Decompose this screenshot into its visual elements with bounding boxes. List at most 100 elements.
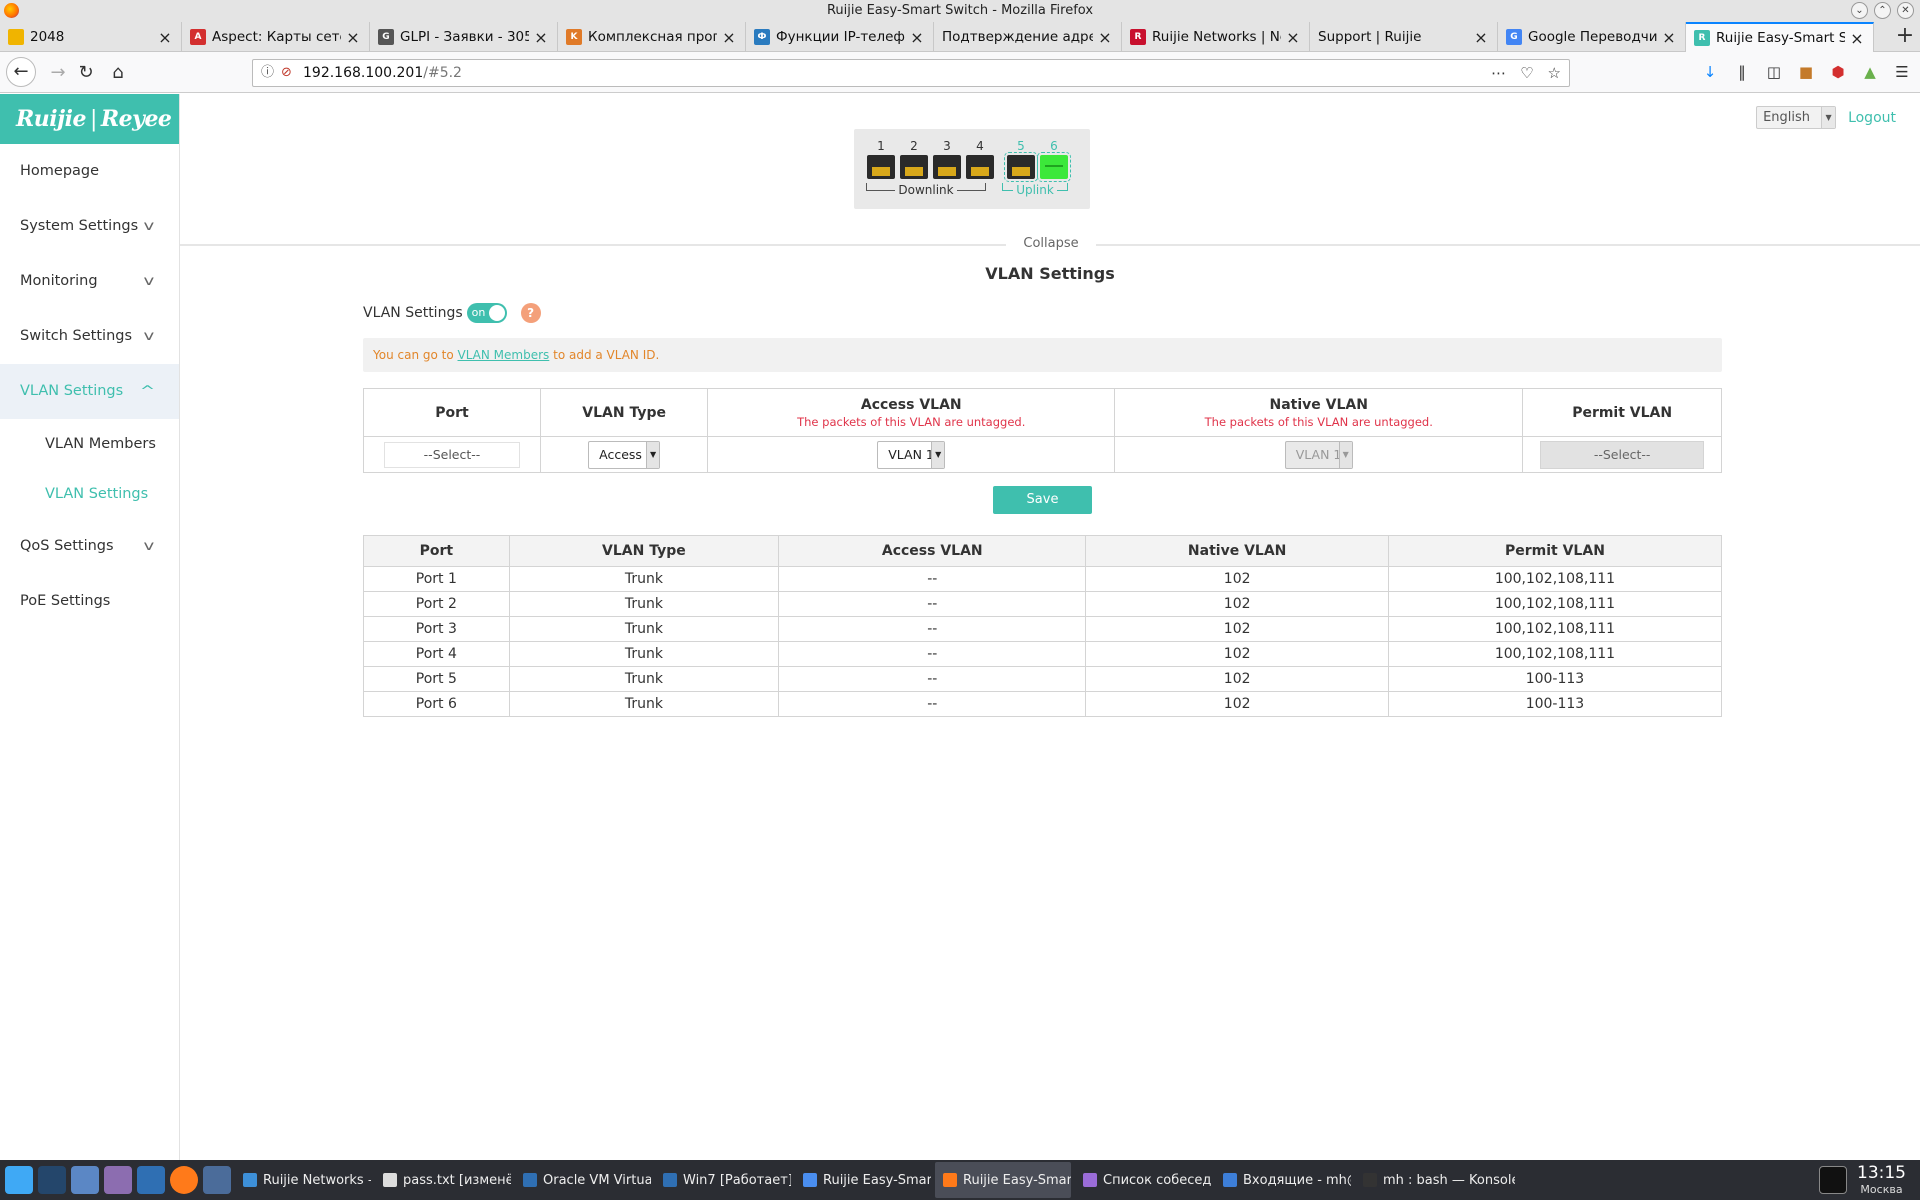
tab-close-icon[interactable]: × xyxy=(1285,28,1301,47)
file-manager-icon[interactable] xyxy=(71,1166,99,1194)
maximize-button[interactable]: ⌃ xyxy=(1874,2,1891,19)
browser-tab[interactable]: G GLPI - Заявки - 3051 × xyxy=(370,22,558,52)
tab-close-icon[interactable]: × xyxy=(1473,28,1489,47)
app-launcher-icon[interactable] xyxy=(5,1166,33,1194)
table-cell: Port 4 xyxy=(363,641,510,667)
table-row[interactable]: Port 2 Trunk -- 102 100,102,108,111 xyxy=(363,591,1723,617)
adblock-icon[interactable]: ⬢ xyxy=(1828,59,1848,85)
tab-close-icon[interactable]: × xyxy=(345,28,361,47)
addon-icon[interactable]: ▲ xyxy=(1860,59,1880,85)
table-row[interactable]: Port 3 Trunk -- 102 100,102,108,111 xyxy=(363,616,1723,642)
taskbar-task[interactable]: Список собеседников xyxy=(1075,1162,1211,1198)
tab-close-icon[interactable]: × xyxy=(533,28,549,47)
browser-tab[interactable]: Подтверждение адреса× xyxy=(934,22,1122,52)
insecure-lock-icon[interactable]: ⊘ xyxy=(281,60,292,86)
pocket-icon[interactable]: ♡ xyxy=(1520,60,1533,86)
vlan-type-select[interactable]: Access ▼ xyxy=(588,440,661,469)
library-icon[interactable]: ‖ xyxy=(1732,59,1752,85)
port-select[interactable]: --Select-- xyxy=(383,441,520,468)
sidebar-item-vlan-settings[interactable]: VLAN Settings ^ xyxy=(0,364,179,419)
forward-button[interactable]: → xyxy=(44,59,72,87)
browser-tab[interactable]: R Ruijie Networks | Netw× xyxy=(1122,22,1310,52)
terminal-tray-icon[interactable] xyxy=(1819,1166,1847,1194)
site-info-icon[interactable]: ⓘ xyxy=(261,60,274,86)
browser-tab[interactable]: K Комплексная програ× xyxy=(558,22,746,52)
switch-port-5[interactable]: 5 xyxy=(1004,139,1038,182)
switch-port-3[interactable]: 3 xyxy=(932,139,962,179)
logout-link[interactable]: Logout xyxy=(1848,110,1896,126)
pidgin-icon[interactable] xyxy=(104,1166,132,1194)
tab-close-icon[interactable]: × xyxy=(1661,28,1677,47)
sidebar-item-system-settings[interactable]: System Settings v xyxy=(0,199,179,254)
downloads-icon[interactable]: ↓ xyxy=(1700,59,1720,85)
switch-port-6[interactable]: 6 xyxy=(1037,139,1071,182)
notice-suffix: to add a VLAN ID. xyxy=(549,348,660,362)
desktop-icon[interactable] xyxy=(38,1166,66,1194)
save-button[interactable]: Save xyxy=(993,486,1092,514)
vlan-settings-toggle[interactable]: on xyxy=(466,303,507,323)
table-row[interactable]: Port 1 Trunk -- 102 100,102,108,111 xyxy=(363,566,1723,592)
reload-button[interactable]: ↻ xyxy=(72,59,100,87)
taskbar-task[interactable]: Ruijie Networks — Dolp xyxy=(235,1162,371,1198)
tab-close-icon[interactable]: × xyxy=(1849,29,1865,48)
new-tab-button[interactable]: + xyxy=(1890,22,1920,51)
tab-close-icon[interactable]: × xyxy=(157,28,173,47)
home-button[interactable]: ⌂ xyxy=(104,59,132,87)
list-column-header: Native VLAN xyxy=(1085,535,1389,567)
table-row[interactable]: Port 5 Trunk -- 102 100-113 xyxy=(363,666,1723,692)
chevron-down-icon: ▼ xyxy=(646,441,660,468)
help-icon[interactable]: ? xyxy=(520,303,541,323)
table-row[interactable]: Port 4 Trunk -- 102 100,102,108,111 xyxy=(363,641,1723,667)
browser-tab[interactable]: Support | Ruijie × xyxy=(1310,22,1498,52)
table-row[interactable]: Port 6 Trunk -- 102 100-113 xyxy=(363,691,1723,717)
browser-tab[interactable]: 2048 × xyxy=(0,22,182,52)
tab-close-icon[interactable]: × xyxy=(909,28,925,47)
vlan-ports-table: Port VLAN Type Access VLAN Native VLAN Permi… xyxy=(363,535,1723,717)
sidebar-item-homepage[interactable]: Homepage xyxy=(0,144,179,199)
remote-desktop-icon[interactable] xyxy=(203,1166,231,1194)
extension-icon[interactable]: ■ xyxy=(1796,59,1816,85)
tab-close-icon[interactable]: × xyxy=(721,28,737,47)
browser-tab[interactable]: Ф Функции IP-телефон× xyxy=(746,22,934,52)
back-button[interactable]: ← xyxy=(6,57,36,87)
taskbar-task[interactable]: Win7 [Работает] - Orac xyxy=(655,1162,791,1198)
sidebar-item-monitoring[interactable]: Monitoring v xyxy=(0,254,179,309)
ruijie-reyee-logo: Ruijie | Reyee xyxy=(0,94,179,144)
page-actions-icon[interactable]: ⋯ xyxy=(1491,60,1506,86)
switch-port-2[interactable]: 2 xyxy=(899,139,929,179)
browser-tab[interactable]: A Aspect: Карты сетей× xyxy=(182,22,370,52)
browser-tab[interactable]: G Google Переводчик × xyxy=(1498,22,1686,52)
close-window-button[interactable]: ✕ xyxy=(1897,2,1914,19)
taskbar-task[interactable]: Ruijie Easy-Smart Switc xyxy=(795,1162,931,1198)
tab-favicon-icon: G xyxy=(1506,29,1522,45)
hamburger-menu-icon[interactable]: ☰ xyxy=(1892,59,1912,85)
taskbar-task[interactable]: Ruijie Easy-Smart Switc xyxy=(935,1162,1071,1198)
switch-port-4[interactable]: 4 xyxy=(965,139,995,179)
browser-tab[interactable]: R Ruijie Easy-Smart Sw × xyxy=(1686,22,1874,52)
taskbar-task[interactable]: Входящие - mh@aspe xyxy=(1215,1162,1351,1198)
sidebar-item-qos-settings[interactable]: QoS Settings v xyxy=(0,519,179,574)
sidebar-toggle-icon[interactable]: ◫ xyxy=(1764,59,1784,85)
taskbar-task[interactable]: Oracle VM VirtualBox М xyxy=(515,1162,651,1198)
tab-close-icon[interactable]: × xyxy=(1097,28,1113,47)
switch-port-1[interactable]: 1 xyxy=(866,139,896,179)
sidebar-item-poe-settings[interactable]: PoE Settings xyxy=(0,574,179,629)
sidebar-subitem-vlan-members[interactable]: VLAN Members xyxy=(0,419,179,469)
sidebar-item-switch-settings[interactable]: Switch Settings v xyxy=(0,309,179,364)
sidebar-subitem-vlan-settings[interactable]: VLAN Settings xyxy=(0,469,179,519)
thunderbird-icon[interactable] xyxy=(137,1166,165,1194)
table-cell: -- xyxy=(778,591,1087,617)
clock[interactable]: 13:15 Москва xyxy=(1847,1164,1920,1197)
taskbar-task[interactable]: pass.txt [изменён] — К xyxy=(375,1162,511,1198)
language-select[interactable]: English ▼ xyxy=(1756,106,1837,129)
collapse-toggle[interactable]: Collapse xyxy=(1006,234,1096,254)
task-app-icon xyxy=(803,1173,817,1187)
vlan-members-link[interactable]: VLAN Members xyxy=(458,348,550,362)
minimize-button[interactable]: ⌄ xyxy=(1851,2,1868,19)
address-bar[interactable]: ⓘ ⊘ 192.168.100.201/#5.2 ⋯ ♡ ☆ xyxy=(252,59,1570,87)
access-vlan-select[interactable]: VLAN 1 ▼ xyxy=(877,440,946,469)
bookmark-star-icon[interactable]: ☆ xyxy=(1548,60,1561,86)
taskbar-task[interactable]: mh : bash — Konsole xyxy=(1355,1162,1515,1198)
permit-vlan-select: --Select-- xyxy=(1540,440,1705,469)
firefox-launcher-icon[interactable] xyxy=(170,1166,198,1194)
